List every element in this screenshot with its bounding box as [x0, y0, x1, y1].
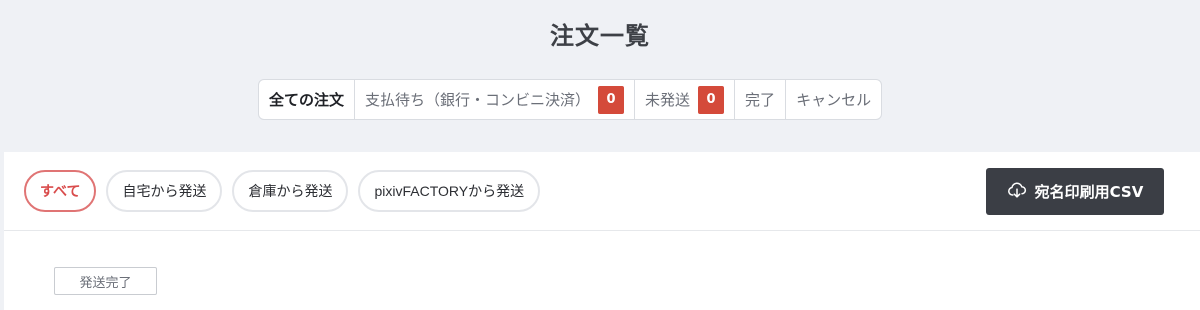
- filter-all[interactable]: すべて: [24, 170, 97, 212]
- tab-label: 支払待ち（銀行・コンビニ決済）: [365, 91, 591, 109]
- tab-completed[interactable]: 完了: [735, 80, 787, 119]
- order-status-badge: 発送完了: [54, 267, 157, 295]
- tab-label: キャンセル: [796, 91, 872, 109]
- filter-ship-from-home[interactable]: 自宅から発送: [106, 170, 223, 212]
- tab-label: 完了: [745, 91, 776, 109]
- count-badge: 0: [598, 85, 625, 114]
- csv-button-label: 宛名印刷用CSV: [1034, 183, 1144, 201]
- divider: [4, 230, 1200, 231]
- tab-awaiting-payment[interactable]: 支払待ち（銀行・コンビニ決済） 0: [355, 80, 636, 119]
- tab-cancelled[interactable]: キャンセル: [786, 80, 881, 119]
- tab-label: 全ての注文: [269, 91, 345, 109]
- filter-ship-from-pixivfactory[interactable]: pixivFACTORYから発送: [358, 170, 541, 212]
- orders-panel: すべて 自宅から発送 倉庫から発送 pixivFACTORYから発送 宛名印刷用…: [4, 152, 1200, 310]
- count-badge: 0: [698, 85, 725, 114]
- status-tabs: 全ての注文 支払待ち（銀行・コンビニ決済） 0 未発送 0 完了 キャンセル: [258, 79, 883, 120]
- address-csv-button[interactable]: 宛名印刷用CSV: [986, 168, 1164, 215]
- cloud-download-icon: [1007, 180, 1027, 204]
- page-header: 注文一覧 全ての注文 支払待ち（銀行・コンビニ決済） 0 未発送 0 完了 キャ…: [0, 0, 1200, 152]
- tab-label: 未発送: [645, 91, 691, 109]
- page-title: 注文一覧: [550, 22, 650, 50]
- tab-unshipped[interactable]: 未発送 0: [635, 80, 736, 119]
- tab-all-orders[interactable]: 全ての注文: [259, 80, 356, 119]
- filter-ship-from-warehouse[interactable]: 倉庫から発送: [232, 170, 349, 212]
- filter-row: すべて 自宅から発送 倉庫から発送 pixivFACTORYから発送: [24, 170, 541, 212]
